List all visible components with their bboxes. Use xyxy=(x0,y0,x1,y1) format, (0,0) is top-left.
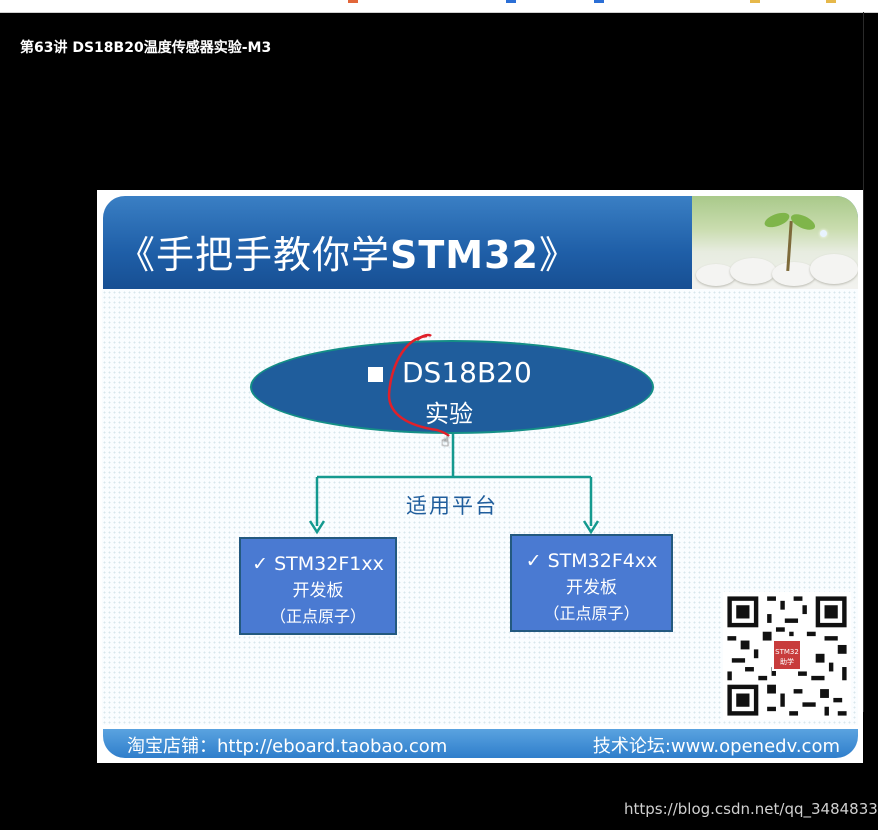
lecture-slide: 《手把手教你学STM32》 DS18B20 实验 适用平台 ✓ STM32F1x… xyxy=(97,190,863,763)
tab-favicon[interactable] xyxy=(594,0,604,3)
player-divider xyxy=(863,12,864,712)
csdn-watermark: https://blog.csdn.net/qq_34848334 xyxy=(624,800,878,818)
tab-favicon[interactable] xyxy=(506,0,516,3)
tab-favicon[interactable] xyxy=(348,0,358,3)
video-title: 第63讲 DS18B20温度传感器实验-M3 xyxy=(20,40,272,56)
tab-favicon[interactable] xyxy=(750,0,760,3)
pointer-cursor-icon: ☝ xyxy=(441,434,450,450)
red-pen-annotation xyxy=(387,333,450,437)
browser-tab-strip xyxy=(0,0,878,13)
tab-favicon[interactable] xyxy=(826,0,836,3)
